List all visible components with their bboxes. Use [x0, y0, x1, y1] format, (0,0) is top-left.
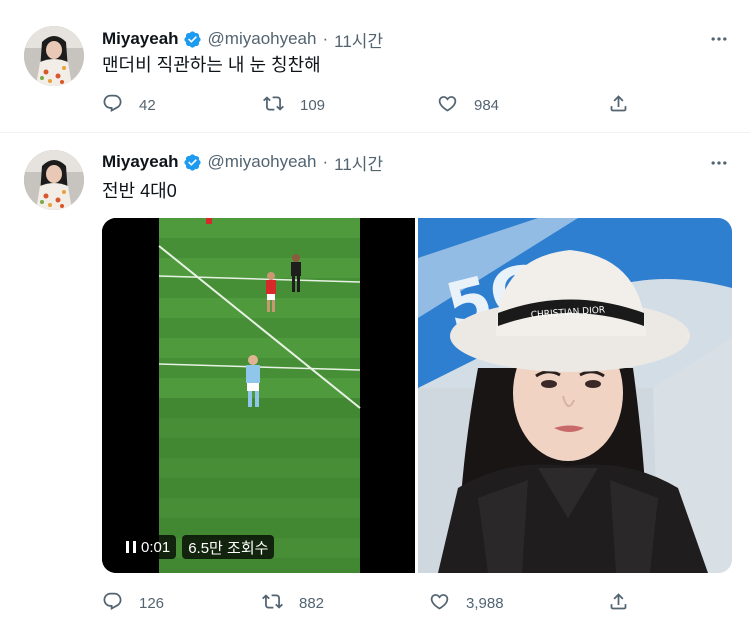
like-icon	[437, 93, 458, 118]
timestamp[interactable]: 11시간	[334, 150, 383, 175]
video-time[interactable]: 0:01	[120, 535, 177, 559]
share-button[interactable]	[608, 93, 629, 117]
media-grid: 0:01 6.5만 조회수 5G CHRISTIAN DIOR	[102, 218, 732, 573]
retweet-icon	[262, 591, 283, 616]
tweet-text: 맨더비 직관하는 내 눈 칭찬해	[102, 55, 321, 75]
avatar[interactable]	[24, 26, 84, 86]
avatar[interactable]	[24, 150, 84, 210]
share-button[interactable]	[608, 591, 629, 615]
reply-count: 42	[139, 96, 156, 114]
tweet-text: 전반 4대0	[102, 181, 177, 201]
display-name[interactable]: Miyayeah	[102, 152, 179, 172]
view-count: 6.5만 조회수	[182, 535, 275, 559]
separator-dot: ·	[322, 29, 329, 48]
tweet[interactable]: Miyayeah @miyaohyeah · 11시간 맨더비 직관하는 내 눈…	[0, 0, 750, 133]
more-icon[interactable]	[708, 28, 730, 50]
display-name[interactable]: Miyayeah	[102, 29, 179, 49]
reply-count: 126	[139, 594, 165, 612]
retweet-count: 109	[300, 96, 326, 114]
retweet-button[interactable]: 882	[262, 591, 324, 615]
share-icon	[608, 591, 629, 616]
tweet-actions: 126 882 3,988	[102, 591, 632, 615]
video-elapsed: 0:01	[141, 538, 171, 556]
retweet-count: 882	[299, 594, 325, 612]
reply-button[interactable]: 42	[102, 93, 156, 117]
more-icon[interactable]	[708, 152, 730, 174]
reply-icon	[102, 93, 123, 118]
tweet[interactable]: Miyayeah @miyaohyeah · 11시간 전반 4대0 0:01 …	[0, 134, 750, 623]
verified-badge-icon	[183, 30, 202, 49]
like-icon	[429, 591, 450, 616]
pause-icon[interactable]	[126, 541, 136, 553]
like-count: 3,988	[466, 594, 504, 612]
reply-button[interactable]: 126	[102, 591, 164, 615]
timestamp[interactable]: 11시간	[334, 27, 383, 52]
like-button[interactable]: 3,988	[429, 591, 504, 615]
tweet-actions: 42 109 984	[102, 93, 632, 117]
user-handle[interactable]: @miyaohyeah	[208, 29, 317, 49]
user-handle[interactable]: @miyaohyeah	[208, 152, 317, 172]
photo[interactable]: 5G CHRISTIAN DIOR	[418, 218, 732, 573]
retweet-icon	[263, 93, 284, 118]
tweet-header: Miyayeah @miyaohyeah · 11시간	[102, 27, 383, 51]
like-button[interactable]: 984	[437, 93, 499, 117]
reply-icon	[102, 591, 123, 616]
retweet-button[interactable]: 109	[263, 93, 325, 117]
video-overlay: 0:01 6.5만 조회수	[120, 535, 275, 559]
like-count: 984	[474, 96, 500, 114]
verified-badge-icon	[183, 153, 202, 172]
separator-dot: ·	[322, 152, 329, 171]
video-player[interactable]: 0:01 6.5만 조회수	[102, 218, 415, 573]
share-icon	[608, 93, 629, 118]
tweet-header: Miyayeah @miyaohyeah · 11시간	[102, 150, 383, 174]
